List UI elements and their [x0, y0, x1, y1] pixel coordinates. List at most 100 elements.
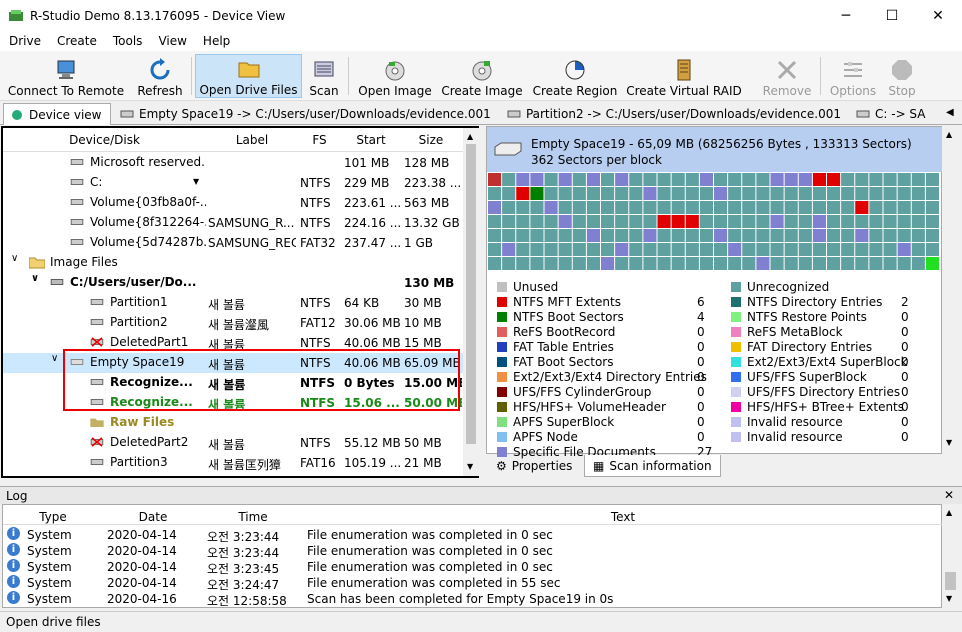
block-cell[interactable]	[530, 257, 544, 270]
connect-remote-button[interactable]: Connect To Remote	[6, 54, 126, 98]
block-cell[interactable]	[657, 243, 671, 256]
block-cell[interactable]	[714, 215, 728, 228]
block-cell[interactable]	[657, 201, 671, 214]
block-cell[interactable]	[699, 201, 714, 214]
block-cell[interactable]	[615, 187, 629, 200]
tab-properties[interactable]: ⚙ Properties	[488, 455, 580, 477]
block-cell[interactable]	[516, 201, 530, 214]
log-col-text[interactable]: Text	[303, 510, 943, 524]
log-scrollbar[interactable]: ▲ ▼	[942, 504, 959, 608]
block-cell[interactable]	[897, 257, 911, 270]
block-cell[interactable]	[615, 257, 629, 270]
block-cell[interactable]	[784, 187, 798, 200]
block-cell[interactable]	[911, 201, 925, 214]
block-cell[interactable]	[530, 173, 544, 186]
log-close-icon[interactable]: ✕	[944, 488, 954, 502]
block-cell[interactable]	[770, 229, 784, 242]
block-cell[interactable]	[883, 201, 897, 214]
block-cell[interactable]	[812, 201, 827, 214]
refresh-button[interactable]: Refresh	[134, 54, 186, 98]
block-cell[interactable]	[812, 257, 827, 270]
block-cell[interactable]	[827, 229, 841, 242]
block-cell[interactable]	[925, 173, 940, 186]
block-cell[interactable]	[671, 215, 685, 228]
menu-create[interactable]: Create	[48, 34, 104, 48]
block-cell[interactable]	[756, 229, 770, 242]
block-cell[interactable]	[784, 243, 798, 256]
tab-c-drive[interactable]: C: -> SA	[850, 103, 946, 125]
block-cell[interactable]	[883, 243, 897, 256]
block-cell[interactable]	[897, 187, 911, 200]
block-cell[interactable]	[855, 215, 869, 228]
block-cell[interactable]	[671, 173, 685, 186]
block-cell[interactable]	[671, 257, 685, 270]
block-cell[interactable]	[855, 201, 869, 214]
tree-row[interactable]: Raw Files	[3, 413, 463, 433]
block-cell[interactable]	[530, 187, 544, 200]
block-cell[interactable]	[827, 243, 841, 256]
block-cell[interactable]	[714, 243, 728, 256]
block-cell[interactable]	[643, 201, 657, 214]
block-cell[interactable]	[643, 243, 657, 256]
scan-button[interactable]: Scan	[306, 54, 342, 98]
block-cell[interactable]	[516, 243, 530, 256]
block-cell[interactable]	[643, 215, 657, 228]
block-cell[interactable]	[699, 187, 714, 200]
block-cell[interactable]	[897, 229, 911, 242]
block-cell[interactable]	[911, 229, 925, 242]
stop-button[interactable]: Stop	[884, 54, 920, 98]
block-cell[interactable]	[699, 215, 714, 228]
block-cell[interactable]	[699, 257, 714, 270]
log-col-time[interactable]: Time	[203, 510, 303, 524]
block-cell[interactable]	[869, 243, 883, 256]
block-cell[interactable]	[883, 215, 897, 228]
block-cell[interactable]	[911, 243, 925, 256]
block-cell[interactable]	[827, 215, 841, 228]
block-cell[interactable]	[586, 173, 601, 186]
block-cell[interactable]	[544, 187, 558, 200]
block-cell[interactable]	[629, 229, 643, 242]
tree-row[interactable]: Volume{8f312264-...▼SAMSUNG_R...NTFS224.…	[3, 213, 463, 233]
col-fs[interactable]: FS	[298, 133, 341, 147]
col-start[interactable]: Start	[341, 133, 401, 147]
block-cell[interactable]	[601, 173, 615, 186]
block-cell[interactable]	[784, 173, 798, 186]
block-cell[interactable]	[784, 229, 798, 242]
block-cell[interactable]	[855, 173, 869, 186]
block-cell[interactable]	[629, 201, 643, 214]
maximize-button[interactable]: ☐	[869, 0, 915, 31]
block-cell[interactable]	[925, 229, 940, 242]
block-cell[interactable]	[488, 187, 502, 200]
block-cell[interactable]	[601, 243, 615, 256]
open-drive-files-button[interactable]: Open Drive Files	[195, 54, 302, 98]
block-cell[interactable]	[502, 229, 516, 242]
tab-partition2[interactable]: Partition2 -> C:/Users/user/Downloads/ev…	[501, 103, 847, 125]
block-cell[interactable]	[671, 201, 685, 214]
block-cell[interactable]	[841, 243, 855, 256]
tree-row[interactable]: Partition2 새 볼륨瀣風 FAT12 30.06 MB 10 MB	[3, 313, 463, 333]
block-cell[interactable]	[798, 257, 812, 270]
block-cell[interactable]	[572, 173, 586, 186]
dropdown-arrow-icon[interactable]: ▼	[193, 177, 199, 186]
block-cell[interactable]	[572, 257, 586, 270]
block-cell[interactable]	[742, 257, 756, 270]
tree-scrollbar[interactable]: ▲ ▼	[463, 128, 479, 476]
block-cell[interactable]	[869, 201, 883, 214]
menu-help[interactable]: Help	[194, 34, 237, 48]
log-row[interactable]: i System 2020-04-14 오전 3:23:45 File enumerat…	[3, 559, 943, 576]
minimize-button[interactable]: ─	[823, 0, 869, 31]
block-cell[interactable]	[798, 173, 812, 186]
block-cell[interactable]	[643, 257, 657, 270]
block-cell[interactable]	[685, 187, 699, 200]
block-cell[interactable]	[643, 173, 657, 186]
block-cell[interactable]	[502, 173, 516, 186]
block-cell[interactable]	[756, 257, 770, 270]
block-cell[interactable]	[897, 201, 911, 214]
block-cell[interactable]	[911, 215, 925, 228]
block-cell[interactable]	[502, 257, 516, 270]
block-cell[interactable]	[812, 243, 827, 256]
tree-row[interactable]: ∨ C:/Users/user/Do... 130 MB	[3, 273, 463, 293]
block-cell[interactable]	[558, 173, 572, 186]
block-cell[interactable]	[728, 201, 742, 214]
collapse-chevron-icon[interactable]: ∨	[51, 353, 58, 364]
